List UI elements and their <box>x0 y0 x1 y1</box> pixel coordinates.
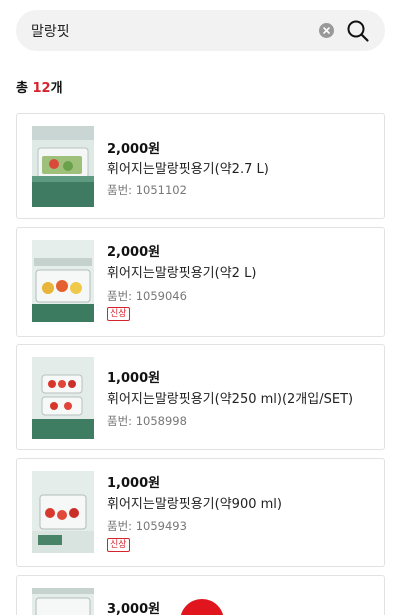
clear-icon[interactable] <box>319 23 334 38</box>
product-price: 1,000원 <box>107 476 161 491</box>
product-article-number: 품번: 1051102 <box>107 183 187 197</box>
search-icon[interactable] <box>346 19 370 43</box>
product-name: 휘어지는말랑핏용기(약900 ml) <box>107 497 282 512</box>
product-name: 휘어지는말랑핏용기(약2 L) <box>107 266 257 281</box>
product-image <box>32 357 94 439</box>
product-image <box>32 126 94 207</box>
product-article-number: 품번: 1059493 <box>107 519 187 533</box>
product-article-number: 품번: 1058998 <box>107 414 187 428</box>
product-price: 2,000원 <box>107 142 161 157</box>
product-image <box>32 588 94 615</box>
product-name: 휘어지는말랑핏용기(약2.7 L) <box>107 162 269 177</box>
search-input[interactable] <box>31 10 311 51</box>
product-name: 휘어지는말랑핏용기(약250 ml)(2개입/SET) <box>107 392 354 407</box>
product-image <box>32 240 94 322</box>
product-card[interactable]: 1,000원 휘어지는말랑핏용기(약900 ml) 품번: 1059493 신상 <box>16 458 385 567</box>
product-price: 3,000원 <box>107 602 161 615</box>
product-price: 1,000원 <box>107 371 161 386</box>
result-count-number: 12 <box>32 81 51 96</box>
product-article-number: 품번: 1059046 <box>107 289 187 303</box>
result-count-prefix: 총 <box>16 81 33 96</box>
search-bar <box>16 10 385 51</box>
product-image <box>32 471 94 553</box>
result-count: 총 12개 <box>16 77 63 96</box>
product-card[interactable]: 1,000원 휘어지는말랑핏용기(약250 ml)(2개입/SET) 품번: 1… <box>16 344 385 450</box>
product-price: 2,000원 <box>107 245 161 260</box>
product-card[interactable]: 2,000원 휘어지는말랑핏용기(약2.7 L) 품번: 1051102 <box>16 113 385 219</box>
new-badge: 신상 <box>107 307 130 321</box>
product-card[interactable]: 2,000원 휘어지는말랑핏용기(약2 L) 품번: 1059046 신상 <box>16 227 385 337</box>
result-count-suffix: 개 <box>50 81 63 96</box>
new-badge: 신상 <box>107 538 130 552</box>
